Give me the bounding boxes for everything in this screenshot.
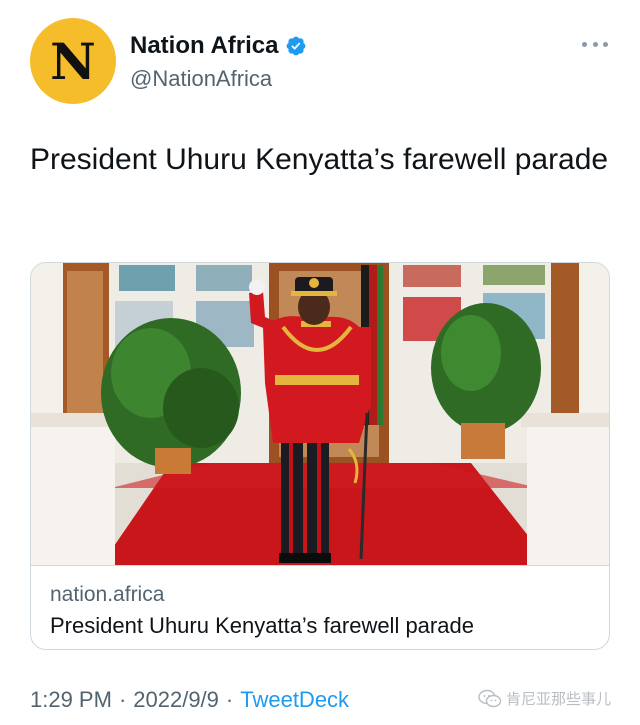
link-card[interactable]: nation.africa President Uhuru Kenyatta’s…	[30, 262, 610, 650]
avatar[interactable]: N	[30, 18, 116, 104]
watermark-text: 肯尼亚那些事儿	[506, 691, 612, 708]
meta-separator: ·	[118, 687, 127, 712]
display-name[interactable]: Nation Africa	[130, 32, 278, 60]
verified-badge-icon	[287, 36, 306, 56]
tweet-date[interactable]: 2022/9/9	[133, 687, 219, 713]
tweet-source-link[interactable]: TweetDeck	[240, 687, 349, 713]
tweet-header: N Nation Africa @NationAfrica	[30, 18, 610, 106]
tweet-time[interactable]: 1:29 PM	[30, 687, 112, 713]
tweet-meta: 1:29 PM · 2022/9/9 · TweetDeck	[30, 687, 349, 713]
card-image[interactable]	[31, 263, 610, 565]
tweet-text: President Uhuru Kenyatta’s farewell para…	[30, 143, 609, 176]
card-domain: nation.africa	[50, 583, 165, 606]
meta-separator: ·	[225, 687, 234, 712]
account-handle[interactable]: @NationAfrica	[130, 66, 272, 92]
watermark: 肯尼亚那些事儿	[478, 688, 611, 709]
wechat-icon	[478, 689, 502, 707]
more-options-icon[interactable]	[582, 40, 608, 48]
name-row: Nation Africa	[130, 32, 307, 60]
card-info[interactable]: nation.africa President Uhuru Kenyatta’s…	[31, 565, 609, 649]
avatar-logo-letter: N	[50, 32, 96, 91]
card-title: President Uhuru Kenyatta’s farewell para…	[50, 613, 474, 638]
